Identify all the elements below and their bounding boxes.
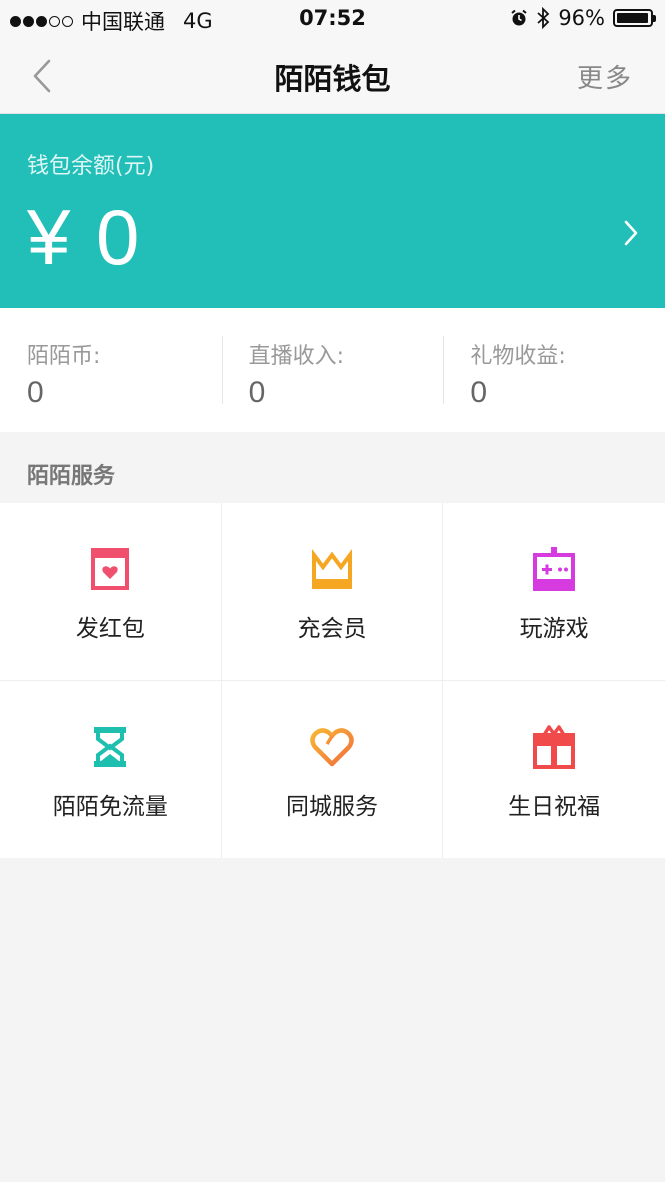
service-buy-membership[interactable]: 充会员 [221,503,444,681]
status-right: 96% [510,6,656,30]
service-send-red-envelope[interactable]: 发红包 [0,503,222,681]
wallet-stats: 陌陌币: 0 直播收入: 0 礼物收益: 0 [0,308,665,432]
balance-label: 钱包余额(元) [27,154,155,179]
chevron-left-icon [33,59,51,93]
service-label: 生日祝福 [508,794,601,820]
service-local-services[interactable]: 同城服务 [222,681,444,858]
chevron-right-icon [624,220,638,246]
more-button[interactable]: 更多 [577,58,633,95]
service-label: 同城服务 [285,794,378,820]
service-label: 充会员 [297,616,367,642]
stat-label: 直播收入: [248,344,345,369]
crown-icon [311,549,352,589]
heart-icon [310,728,354,767]
service-label: 玩游戏 [519,616,589,642]
services-grid: 发红包 充会员 玩游戏 陌陌免流量 同城服务 生日祝福 [0,503,665,858]
stat-label: 礼物收益: [470,344,566,369]
service-label: 发红包 [75,616,145,642]
page-title: 陌陌钱包 [274,62,391,96]
service-free-data[interactable]: 陌陌免流量 [0,681,222,858]
battery-percent: 96% [558,6,605,30]
stat-value: 0 [248,376,266,409]
bluetooth-icon [537,7,550,29]
hourglass-icon [94,727,127,767]
alarm-icon [511,9,527,26]
game-controller-icon [533,547,576,591]
back-button[interactable] [22,54,62,98]
section-title: 陌陌服务 [27,464,116,489]
battery-icon [613,9,656,27]
service-play-games[interactable]: 玩游戏 [443,503,665,681]
wallet-balance-card[interactable]: 钱包余额(元) ¥ 0 [0,114,665,308]
service-label: 陌陌免流量 [52,794,168,820]
red-envelope-icon [91,548,130,590]
nav-bar: 陌陌钱包 更多 [0,38,665,114]
service-birthday-wishes[interactable]: 生日祝福 [443,681,665,858]
gift-icon [533,725,576,769]
stat-momo-coins[interactable]: 陌陌币: 0 [0,308,222,432]
stat-gift-earnings[interactable]: 礼物收益: 0 [443,308,665,432]
status-bar: 中国联通 4G 07:52 96% [0,0,665,38]
stat-value: 0 [470,376,488,409]
stat-label: 陌陌币: [27,344,101,369]
stat-value: 0 [27,376,44,409]
stat-live-income[interactable]: 直播收入: 0 [221,308,444,432]
balance-amount: ¥ 0 [27,193,142,281]
